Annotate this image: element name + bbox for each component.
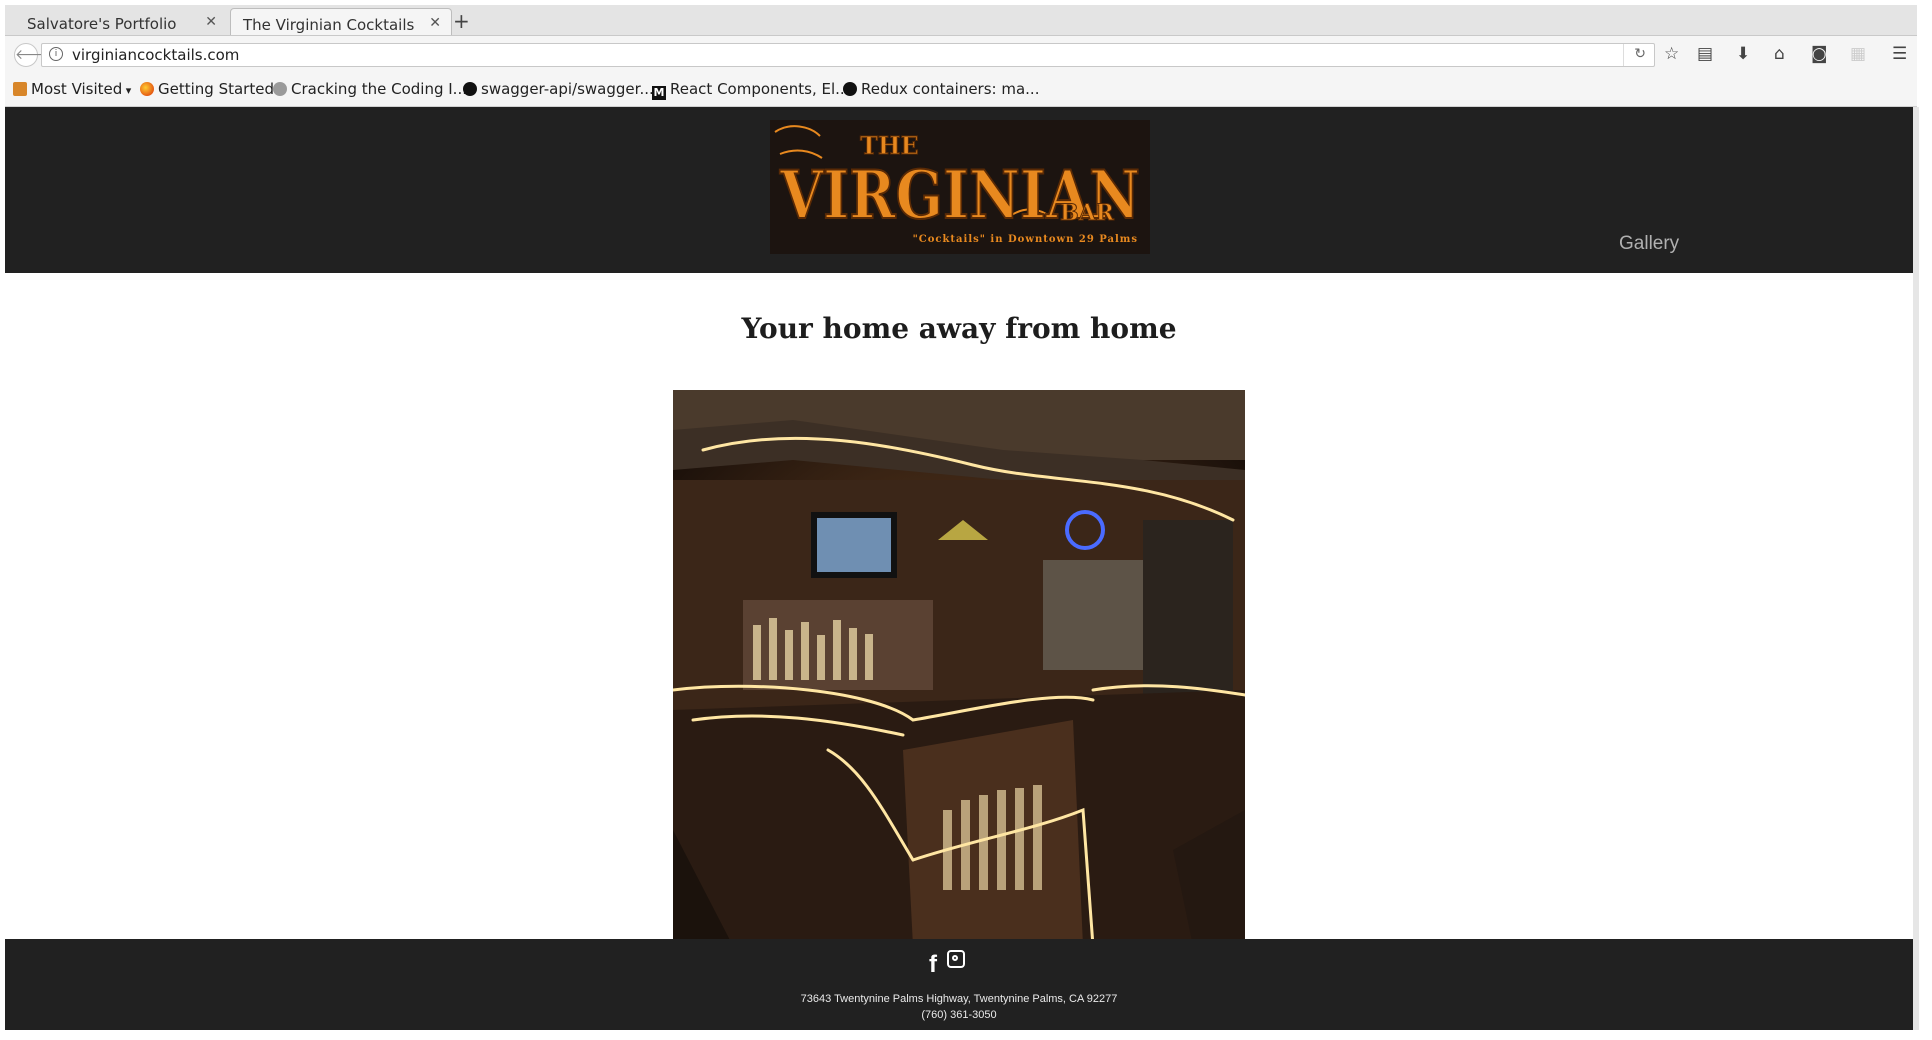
url-text[interactable]: virginiancocktails.com [72,46,239,64]
pocket-icon[interactable]: ◙ [1811,44,1828,64]
bookmark-swagger[interactable]: swagger-api/swagger... [463,80,654,98]
bookmarks-bar: Most Visited ▾ Getting Started Cracking … [5,72,1917,107]
star-icon[interactable]: ☆ [1664,44,1679,64]
tab-strip: Salvatore's Portfolio ✕ The Virginian Co… [5,5,1917,36]
nav-bar: 🡐 i virginiancocktails.com ↻ ☆ ▤ ⬇ ⌂ ◙ ▦… [5,36,1917,72]
tab-title: Salvatore's Portfolio [27,15,177,33]
github-icon [463,82,477,96]
logo-subtitle: "Cocktails" in Downtown 29 Palms [913,234,1138,245]
bookmark-label: Redux containers: ma... [861,80,1040,98]
home-icon[interactable]: ⌂ [1774,44,1785,64]
extension-icon[interactable]: ▦ [1850,44,1866,64]
close-tab-icon[interactable]: ✕ [429,15,441,31]
menu-icon[interactable]: ☰ [1892,44,1907,64]
url-bar[interactable]: i virginiancocktails.com ↻ [41,43,1655,67]
new-tab-button[interactable]: + [453,9,470,33]
bookmark-redux-containers[interactable]: Redux containers: ma... [843,80,1039,98]
reload-icon[interactable]: ↻ [1634,46,1646,62]
bookmark-label: Most Visited [31,80,123,98]
bookmark-react-components[interactable]: M React Components, El... [652,80,849,100]
reading-list-icon[interactable]: ▤ [1697,44,1713,64]
bar-interior-photo [673,390,1245,946]
instagram-icon[interactable] [947,950,965,968]
bookmark-label: Getting Started [158,80,274,98]
folder-icon [13,82,27,96]
phone: (760) 361-3050 [921,1009,997,1021]
scrollbar[interactable] [1913,107,1919,1030]
tab-salvatores-portfolio[interactable]: Salvatore's Portfolio ✕ [5,8,227,35]
bookmark-label: Cracking the Coding I... [291,80,467,98]
globe-icon [273,82,287,96]
browser-window: Salvatore's Portfolio ✕ The Virginian Co… [0,0,1932,1040]
address: 73643 Twentynine Palms Highway, Twentyni… [800,993,1118,1005]
facebook-icon[interactable]: f [929,951,937,979]
bookmark-label: swagger-api/swagger... [481,80,654,98]
nav-gallery-link[interactable]: Gallery [1619,233,1679,255]
social-links: f [929,950,965,979]
bookmark-label: React Components, El... [670,80,850,98]
site-info-icon[interactable]: i [49,47,63,61]
tab-title: The Virginian Cocktails [243,16,415,34]
firefox-icon [140,82,154,96]
back-button[interactable]: 🡐 [14,43,53,67]
github-icon [843,82,857,96]
bookmark-getting-started[interactable]: Getting Started [140,80,274,98]
chevron-down-icon: ▾ [122,84,132,97]
bookmark-cracking-the-coding[interactable]: Cracking the Coding I... [273,80,467,98]
medium-icon: M [652,86,666,100]
download-icon[interactable]: ⬇ [1736,44,1750,64]
bookmark-most-visited[interactable]: Most Visited ▾ [13,80,131,98]
site-footer: f 73643 Twentynine Palms Highway, Twenty… [5,939,1913,1030]
page-tagline: Your home away from home [741,312,1177,345]
site-header: THE VIRGINIAN BAR "Cocktails" in Downtow… [5,107,1913,273]
logo[interactable]: THE VIRGINIAN BAR "Cocktails" in Downtow… [770,120,1150,254]
close-tab-icon[interactable]: ✕ [205,14,217,30]
logo-bar: BAR [1060,200,1115,226]
url-separator [1623,44,1624,66]
tab-virginian-cocktails[interactable]: The Virginian Cocktails ✕ [230,8,452,35]
page-content: THE VIRGINIAN BAR "Cocktails" in Downtow… [5,107,1913,1030]
